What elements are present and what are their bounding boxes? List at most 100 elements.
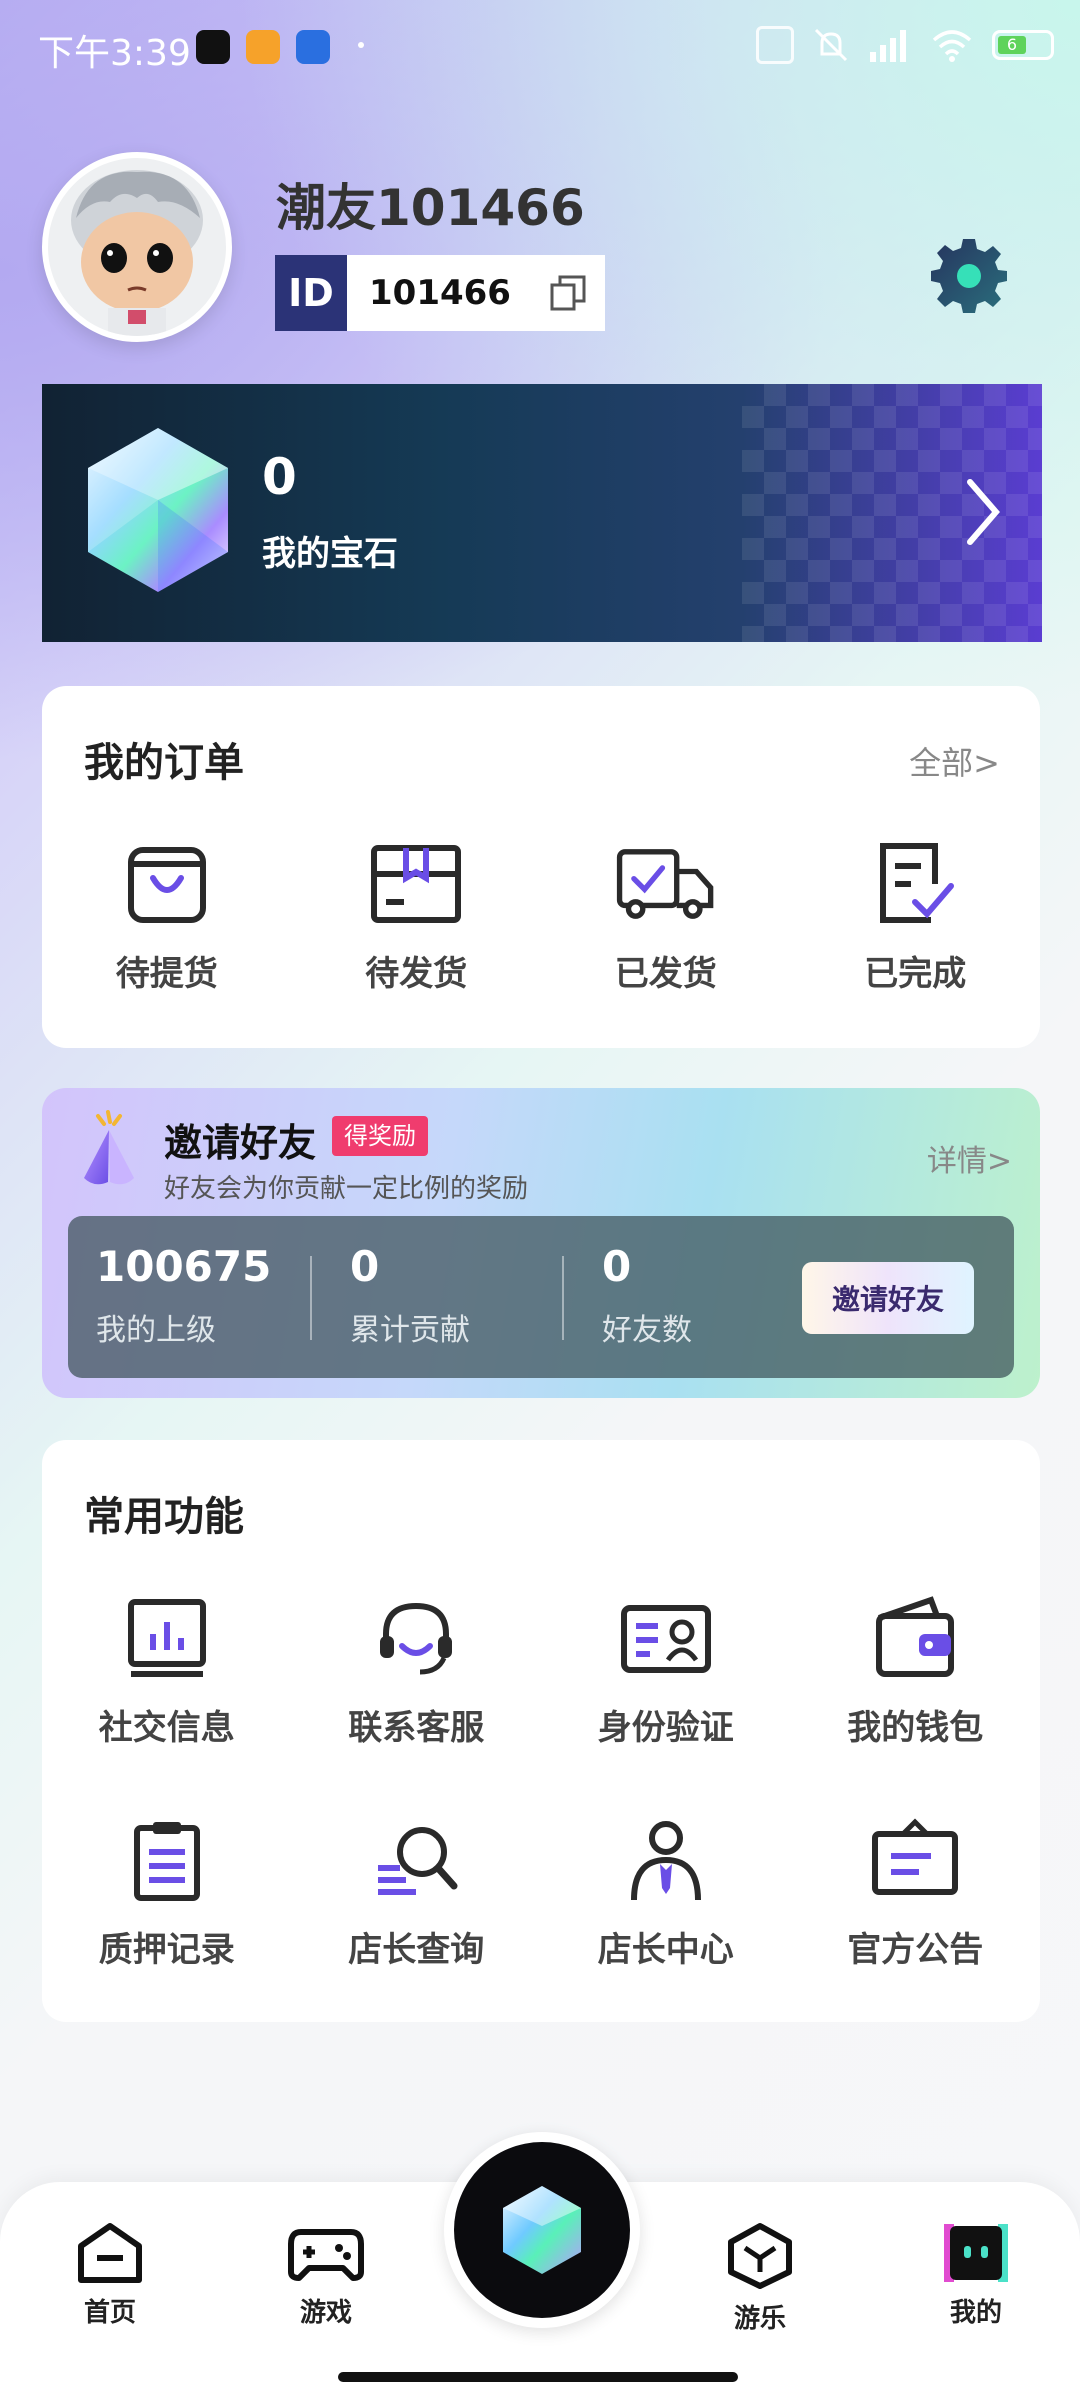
function-social-info[interactable]: 社交信息 bbox=[42, 1590, 292, 1749]
gamepad-icon bbox=[288, 2229, 364, 2281]
invite-detail-link[interactable]: 详情> bbox=[927, 1136, 1012, 1180]
orders-title: 我的订单 bbox=[84, 740, 244, 786]
home-indicator bbox=[338, 2372, 738, 2382]
stat-label: 我的上级 bbox=[96, 1313, 216, 1348]
divider bbox=[562, 1256, 564, 1340]
chevron-right-icon bbox=[967, 479, 1000, 545]
orders-all-link[interactable]: 全部> bbox=[909, 738, 1000, 784]
gem-count: 0 bbox=[262, 448, 297, 506]
signal-icon bbox=[870, 30, 906, 62]
completed-document-icon bbox=[865, 836, 965, 932]
status-time: 下午3:39 bbox=[38, 33, 191, 74]
function-label: 质押记录 bbox=[98, 1930, 235, 1970]
gallery-app-icon bbox=[246, 30, 280, 64]
divider bbox=[310, 1256, 312, 1340]
id-card-icon bbox=[616, 1590, 716, 1686]
stat-label: 累计贡献 bbox=[350, 1313, 470, 1348]
stat-superior: 100675 我的上级 bbox=[96, 1242, 271, 1349]
stat-contribution: 0 累计贡献 bbox=[350, 1242, 470, 1349]
stat-value: 0 bbox=[602, 1242, 632, 1291]
function-staking-records[interactable]: 质押记录 bbox=[42, 1812, 292, 1971]
id-badge: ID bbox=[275, 255, 347, 331]
user-id-value: 101466 bbox=[369, 273, 511, 313]
stat-label: 好友数 bbox=[602, 1313, 692, 1348]
alarm-app-icon bbox=[296, 30, 330, 64]
order-label: 已发货 bbox=[614, 954, 717, 994]
gear-icon bbox=[931, 239, 1007, 313]
copy-id-button[interactable] bbox=[531, 255, 605, 331]
profile-robot-icon bbox=[944, 2224, 1008, 2282]
order-pending-pickup[interactable]: 待提货 bbox=[42, 836, 292, 995]
order-pending-shipment[interactable]: 待发货 bbox=[292, 836, 542, 995]
invite-title: 邀请好友 bbox=[164, 1121, 317, 1165]
nav-mine[interactable]: 我的 bbox=[906, 2222, 1046, 2329]
headset-icon bbox=[366, 1590, 466, 1686]
nav-center-inner bbox=[454, 2142, 630, 2318]
function-label: 店长查询 bbox=[348, 1930, 485, 1970]
cheers-hands-icon bbox=[84, 1110, 134, 1185]
gem-icon bbox=[503, 2186, 581, 2274]
avatar-image bbox=[48, 158, 226, 336]
gem-icon bbox=[88, 428, 228, 592]
order-shipped[interactable]: 已发货 bbox=[541, 836, 791, 995]
battery-icon: 6 bbox=[992, 30, 1054, 60]
function-label: 官方公告 bbox=[847, 1930, 984, 1970]
wifi-icon bbox=[932, 30, 972, 62]
nav-label: 游戏 bbox=[299, 2298, 352, 2328]
announcement-icon bbox=[865, 1812, 965, 1908]
package-box-icon bbox=[366, 836, 466, 932]
function-my-wallet[interactable]: 我的钱包 bbox=[791, 1590, 1041, 1749]
clipboard-icon bbox=[117, 1812, 217, 1908]
status-bar: 下午3:39 6 bbox=[0, 0, 1080, 96]
nav-home[interactable]: 首页 bbox=[40, 2222, 180, 2329]
function-customer-service[interactable]: 联系客服 bbox=[292, 1590, 542, 1749]
nav-games[interactable]: 游戏 bbox=[256, 2222, 396, 2329]
function-official-announcement[interactable]: 官方公告 bbox=[791, 1812, 1041, 1971]
function-manager-center[interactable]: 店长中心 bbox=[541, 1812, 791, 1971]
order-label: 待提货 bbox=[115, 954, 218, 994]
order-label: 已完成 bbox=[864, 954, 967, 994]
nav-label: 我的 bbox=[949, 2298, 1002, 2328]
status-icons: 6 bbox=[756, 26, 1054, 64]
username: 潮友101466 bbox=[276, 179, 585, 237]
function-label: 店长中心 bbox=[597, 1930, 734, 1970]
orders-card: 我的订单 全部> 待提货 待发货 已发货 已完成 bbox=[42, 686, 1040, 1048]
mute-bell-icon bbox=[814, 28, 848, 62]
order-completed[interactable]: 已完成 bbox=[791, 836, 1041, 995]
delivery-truck-icon bbox=[616, 836, 716, 932]
invite-friends-button[interactable]: 邀请好友 bbox=[802, 1262, 974, 1334]
nav-center-gem-button[interactable] bbox=[444, 2132, 640, 2328]
notification-dot-icon bbox=[358, 42, 364, 48]
functions-card: 常用功能 社交信息 联系客服 身份验证 我的钱包 质押记录 店长查询 店长中心 … bbox=[42, 1440, 1040, 2022]
stat-friends: 0 好友数 bbox=[602, 1242, 692, 1349]
cube-icon bbox=[728, 2223, 792, 2289]
stat-value: 0 bbox=[350, 1242, 380, 1291]
avatar[interactable] bbox=[42, 152, 232, 342]
function-label: 联系客服 bbox=[348, 1708, 485, 1748]
reward-badge: 得奖励 bbox=[332, 1116, 428, 1156]
settings-button[interactable] bbox=[926, 232, 1012, 318]
function-label: 我的钱包 bbox=[847, 1708, 984, 1748]
function-label: 身份验证 bbox=[597, 1708, 734, 1748]
user-id-box: ID 101466 bbox=[275, 255, 605, 331]
orders-grid: 待提货 待发货 已发货 已完成 bbox=[42, 836, 1040, 995]
nfc-icon bbox=[756, 26, 794, 64]
function-label: 社交信息 bbox=[98, 1708, 235, 1748]
order-label: 待发货 bbox=[365, 954, 468, 994]
functions-title: 常用功能 bbox=[84, 1494, 244, 1540]
home-icon bbox=[78, 2223, 142, 2283]
invite-card: 邀请好友 得奖励 好友会为你贡献一定比例的奖励 详情> 100675 我的上级 … bbox=[42, 1088, 1040, 1398]
functions-row-1: 社交信息 联系客服 身份验证 我的钱包 bbox=[42, 1590, 1040, 1749]
gem-banner[interactable]: 0 我的宝石 bbox=[42, 384, 1042, 642]
function-manager-query[interactable]: 店长查询 bbox=[292, 1812, 542, 1971]
nav-label: 首页 bbox=[83, 2298, 136, 2328]
function-identity-verification[interactable]: 身份验证 bbox=[541, 1590, 791, 1749]
invite-stats-panel: 100675 我的上级 0 累计贡献 0 好友数 邀请好友 bbox=[68, 1216, 1014, 1378]
manager-person-icon bbox=[616, 1812, 716, 1908]
functions-row-2: 质押记录 店长查询 店长中心 官方公告 bbox=[42, 1812, 1040, 1971]
invite-subtitle: 好友会为你贡献一定比例的奖励 bbox=[164, 1174, 529, 1204]
wallet-icon bbox=[865, 1590, 965, 1686]
copy-icon bbox=[550, 275, 586, 311]
nav-entertainment[interactable]: 游乐 bbox=[690, 2222, 830, 2335]
shopping-bag-icon bbox=[117, 836, 217, 932]
